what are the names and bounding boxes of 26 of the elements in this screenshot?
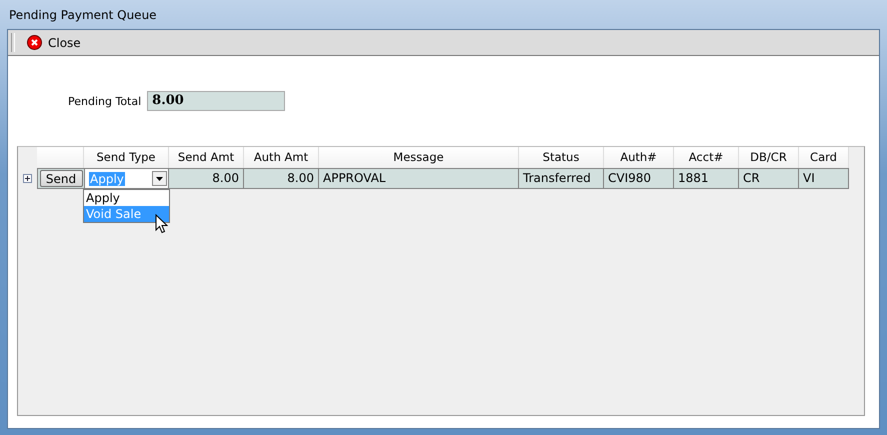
table-cell: CVI980 xyxy=(604,168,674,189)
column-header: Status xyxy=(519,147,604,168)
pending-total-label: Pending Total xyxy=(68,94,142,108)
column-header: Acct# xyxy=(674,147,739,168)
column-header: Send Type xyxy=(84,147,169,168)
expand-icon[interactable] xyxy=(23,174,32,183)
window-title: Pending Payment Queue xyxy=(9,8,157,22)
dropdown-option[interactable]: Apply xyxy=(84,190,169,206)
table-cell: Transferred xyxy=(519,168,604,189)
column-header: Auth# xyxy=(604,147,674,168)
column-header: Message xyxy=(319,147,519,168)
column-header: Auth Amt xyxy=(244,147,319,168)
table-cell: APPROVAL xyxy=(319,168,519,189)
column-header: Send Amt xyxy=(169,147,244,168)
close-icon xyxy=(27,35,42,50)
send-button[interactable]: Send xyxy=(40,170,82,187)
table-cell: 8.00 xyxy=(244,168,319,189)
close-button[interactable]: Close xyxy=(15,32,87,54)
table-cell: VI xyxy=(799,168,849,189)
caret-icon xyxy=(152,171,167,186)
table-cell: 1881 xyxy=(674,168,739,189)
table-cell: CR xyxy=(739,168,799,189)
column-header: Card xyxy=(799,147,849,168)
table-cell: 8.00 xyxy=(169,168,244,189)
column-header: DB/CR xyxy=(739,147,799,168)
pending-total-field[interactable]: 8.00 xyxy=(147,91,286,111)
